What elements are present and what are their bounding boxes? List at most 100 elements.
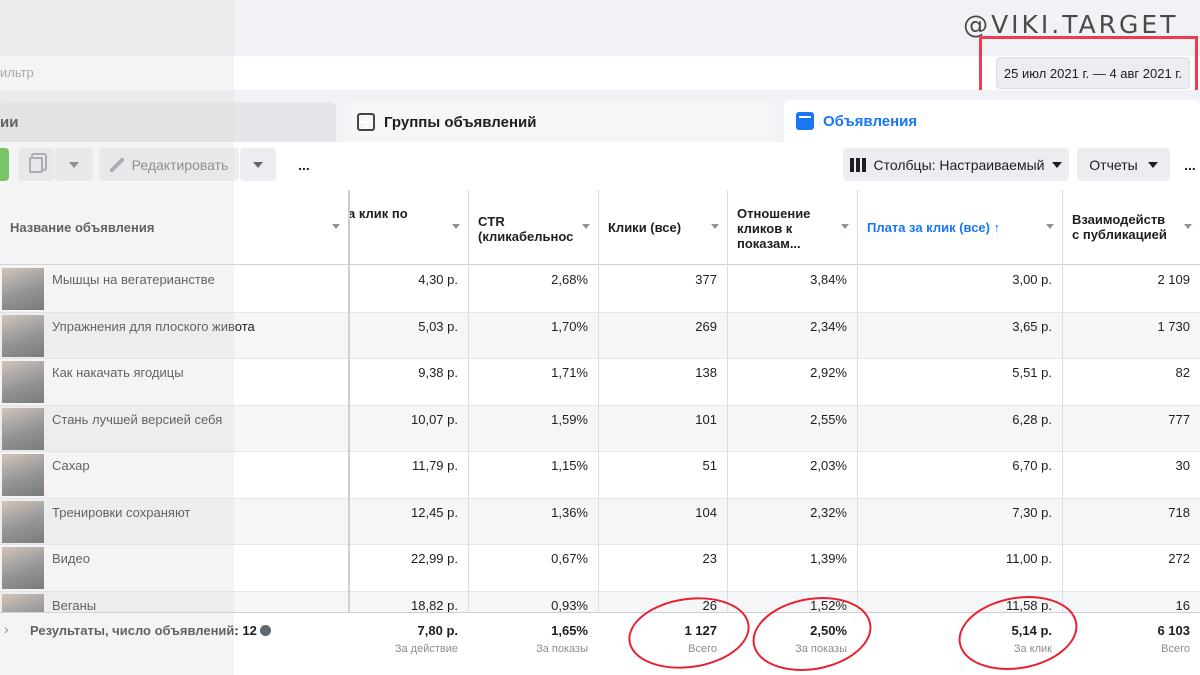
- reports-button-label: Отчеты: [1089, 156, 1138, 173]
- cell-ctr: 1,59%: [551, 411, 588, 427]
- cell-clicks: 269: [695, 318, 717, 334]
- pinned-column-divider: [348, 190, 350, 612]
- column-header-click-ratio[interactable]: Отношение кликов к показам...: [727, 190, 857, 265]
- cell-cpc-all: 3,65 р.: [1012, 318, 1052, 334]
- ad-thumbnail: [2, 268, 44, 310]
- cell-clicks: 23: [702, 551, 717, 566]
- ad-thumbnail: [2, 547, 44, 589]
- column-divider: [1062, 190, 1063, 612]
- cell-clicks: 104: [695, 504, 717, 520]
- edit-button[interactable]: Редактировать: [99, 148, 239, 181]
- cell-cost-per-click: 10,07 р.: [411, 411, 458, 427]
- cell-cpc-all: 11,00 р.: [1005, 551, 1052, 566]
- cell-click-ratio: 2,92%: [810, 365, 847, 380]
- date-range-highlight: [979, 36, 1198, 98]
- summary-engagement-sub: Всего: [1161, 643, 1190, 655]
- tab-ads-label: Объявления: [823, 112, 918, 130]
- more-actions-button[interactable]: ...: [292, 148, 316, 181]
- chevron-down-icon: [69, 161, 79, 168]
- ad-name[interactable]: Тренировки сохраняют: [52, 505, 190, 520]
- cell-ctr: 1,71%: [551, 365, 588, 380]
- tab-campaigns[interactable]: ии: [0, 102, 336, 142]
- cell-engagement: 2 109: [1157, 272, 1190, 287]
- summary-cost-per-click-sub: За действие: [394, 643, 458, 655]
- ad-name[interactable]: Мышцы на вегатерианстве: [52, 272, 215, 287]
- cell-click-ratio: 2,32%: [810, 504, 847, 520]
- column-header-label: а клик по: [348, 206, 408, 221]
- cell-ctr: 2,68%: [551, 272, 588, 287]
- cell-cpc-all: 6,28 р.: [1012, 411, 1052, 427]
- info-icon[interactable]: [259, 625, 271, 636]
- ad-name[interactable]: Стань лучшей версией себя: [52, 412, 222, 427]
- toolbar: Редактировать ... Столбцы: Настраиваемый…: [0, 142, 1200, 190]
- ad-name[interactable]: Веганы: [52, 598, 96, 613]
- column-header-cpc-all[interactable]: Плата за клик (все) ↑: [857, 190, 1062, 265]
- ad-thumbnail: [2, 500, 44, 543]
- duplicate-dropdown-button[interactable]: [55, 148, 93, 181]
- column-header-name[interactable]: Название объявления: [0, 190, 348, 265]
- tab-campaigns-label: ии: [0, 113, 19, 131]
- cell-clicks: 101: [695, 411, 717, 427]
- summary-cpc-all: 5,14 р.: [1011, 623, 1052, 638]
- cell-cpc-all: 6,70 р.: [1012, 458, 1052, 473]
- ad-name[interactable]: Как накачать ягодицы: [52, 365, 184, 380]
- create-button[interactable]: [0, 148, 9, 181]
- summary-engagement: 6 103: [1157, 623, 1190, 638]
- grid-icon: [357, 113, 375, 131]
- table-row[interactable]: Упражнения для плоского живота 5,03 р. 1,7…: [0, 312, 1200, 359]
- ads-table: Название объявления а клик по CTR (клика…: [0, 190, 1200, 675]
- column-header-cost-per-click[interactable]: а клик по: [348, 190, 468, 265]
- filter-input[interactable]: ильтр: [0, 65, 34, 80]
- ad-name[interactable]: Упражнения для плоского живота: [52, 319, 255, 334]
- ad-name[interactable]: Сахар: [52, 458, 90, 473]
- column-header-label: Плата за клик (все) ↑: [867, 220, 1001, 235]
- tab-ads[interactable]: Объявления: [784, 100, 1200, 142]
- table-row[interactable]: Сахар 11,79 р. 1,15% 51 2,03% 6,70 р. 30: [0, 452, 1200, 499]
- summary-click-ratio: 2,50%: [810, 623, 847, 638]
- column-header-ctr[interactable]: CTR (кликабельнос: [468, 190, 598, 265]
- cell-click-ratio: 2,34%: [810, 318, 847, 334]
- table-row[interactable]: Стань лучшей версией себя 10,07 р. 1,59% 10…: [0, 405, 1200, 452]
- cell-click-ratio: 2,03%: [810, 458, 847, 473]
- chevron-down-icon: [1147, 161, 1158, 168]
- column-header-label: Название объявления: [10, 220, 155, 235]
- cell-engagement: 82: [1175, 365, 1190, 380]
- column-header-engagement[interactable]: Взаимодейств с публикацией: [1062, 190, 1200, 265]
- cell-engagement: 1 730: [1157, 318, 1190, 334]
- column-divider: [727, 190, 728, 612]
- table-row[interactable]: Мышцы на вегатерианстве 4,30 р. 2,68% 377 3,…: [0, 266, 1200, 313]
- reports-button[interactable]: Отчеты: [1077, 148, 1170, 181]
- ad-name[interactable]: Видео: [52, 551, 90, 566]
- table-row[interactable]: Тренировки сохраняют 12,45 р. 1,36% 104 2,32…: [0, 498, 1200, 545]
- column-header-label: Отношение кликов к показам...: [737, 206, 811, 251]
- pencil-icon: [109, 157, 124, 172]
- cell-ctr: 1,36%: [551, 504, 588, 520]
- ads-icon: [796, 112, 814, 130]
- cell-ctr: 1,15%: [551, 458, 588, 473]
- column-header-clicks[interactable]: Клики (все): [598, 190, 727, 265]
- cell-cpc-all: 7,30 р.: [1012, 504, 1052, 520]
- cell-cost-per-click: 18,82 р.: [411, 597, 458, 613]
- columns-button[interactable]: Столбцы: Настраиваемый: [843, 148, 1069, 181]
- cell-ctr: 0,93%: [551, 597, 588, 613]
- cell-cost-per-click: 12,45 р.: [411, 504, 458, 520]
- chevron-right-icon[interactable]: ›: [4, 621, 9, 637]
- cell-engagement: 30: [1175, 458, 1190, 473]
- ad-thumbnail: [2, 361, 44, 403]
- cell-cost-per-click: 11,79 р.: [411, 458, 458, 473]
- cell-click-ratio: 2,55%: [810, 411, 847, 427]
- column-divider: [598, 190, 599, 612]
- tab-ad-sets[interactable]: Группы объявлений: [345, 102, 775, 142]
- more-options-button[interactable]: ...: [1180, 148, 1200, 181]
- cell-engagement: 718: [1168, 504, 1190, 520]
- cell-click-ratio: 1,39%: [810, 551, 847, 566]
- table-row[interactable]: Как накачать ягодицы 9,38 р. 1,71% 138 2,92%…: [0, 359, 1200, 406]
- level-tabs: ии Группы объявлений Объявления: [0, 90, 1200, 142]
- duplicate-button[interactable]: [18, 148, 54, 181]
- chevron-down-icon: [452, 224, 460, 229]
- edit-dropdown-button[interactable]: [240, 148, 276, 181]
- cell-cost-per-click: 4,30 р.: [418, 272, 458, 287]
- cell-cpc-all: 11,58 р.: [1005, 597, 1052, 613]
- table-row[interactable]: Видео 22,99 р. 0,67% 23 1,39% 11,00 р. 272: [0, 545, 1200, 592]
- ad-thumbnail: [2, 454, 44, 496]
